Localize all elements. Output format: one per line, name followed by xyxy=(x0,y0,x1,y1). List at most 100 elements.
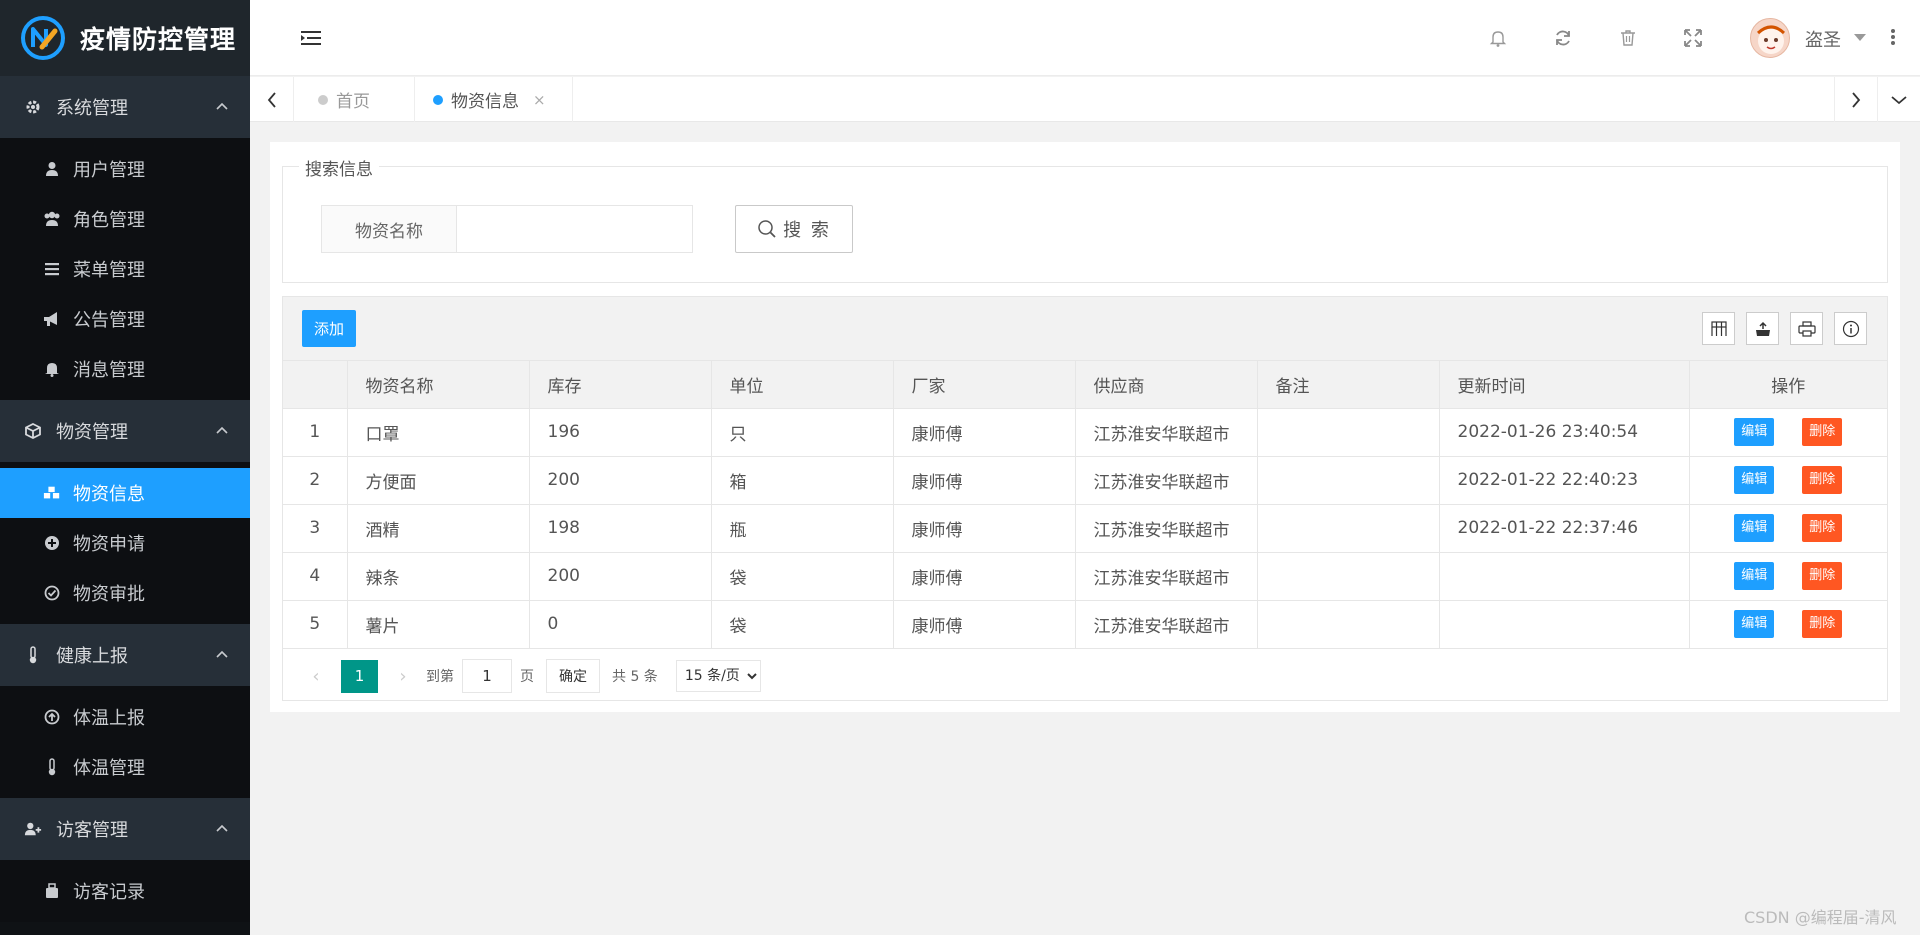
next-page-icon[interactable]: › xyxy=(388,666,418,687)
cell-unit: 只 xyxy=(711,408,894,457)
trash-icon[interactable] xyxy=(1618,28,1638,48)
bullhorn-icon xyxy=(43,310,61,328)
column-header-supplier[interactable]: 供应商 xyxy=(1075,361,1258,409)
sidebar-group-supplies[interactable]: 物资管理 xyxy=(0,400,250,462)
column-header-unit[interactable]: 单位 xyxy=(711,361,894,409)
tab-supply-info[interactable]: 物资信息 × xyxy=(415,77,573,122)
cell-actions: 编辑 删除 xyxy=(1689,408,1887,457)
fullscreen-icon[interactable] xyxy=(1683,28,1703,48)
goto-confirm-button[interactable]: 确定 xyxy=(546,659,600,693)
sidebar-item-supply-approve[interactable]: 物资审批 xyxy=(0,568,250,618)
user-icon xyxy=(43,160,61,178)
column-header-stock[interactable]: 库存 xyxy=(529,361,712,409)
tab-scroll-right-button[interactable] xyxy=(1834,77,1878,122)
cell-unit: 袋 xyxy=(711,600,894,649)
cell-supplier: 江苏淮安华联超市 xyxy=(1075,552,1258,601)
sidebar-item-temp-report[interactable]: 体温上报 xyxy=(0,692,250,742)
cell-updated: 2022-01-22 22:37:46 xyxy=(1439,504,1690,553)
thermometer-icon xyxy=(24,646,42,664)
sidebar-item-label: 公告管理 xyxy=(73,310,145,331)
columns-filter-button[interactable] xyxy=(1702,312,1735,345)
sidebar-group-label: 物资管理 xyxy=(56,422,128,443)
edit-button[interactable]: 编辑 xyxy=(1734,418,1775,446)
column-header-note[interactable]: 备注 xyxy=(1257,361,1440,409)
sidebar-group-visitors[interactable]: 访客管理 xyxy=(0,798,250,860)
sidebar-item-supply-info[interactable]: 物资信息 xyxy=(0,468,250,518)
tab-menu-button[interactable] xyxy=(1878,77,1920,122)
avatar[interactable] xyxy=(1750,18,1790,58)
sidebar-item-supply-apply[interactable]: 物资申请 xyxy=(0,518,250,568)
cell-updated: 2022-01-22 22:40:23 xyxy=(1439,456,1690,505)
delete-button[interactable]: 删除 xyxy=(1802,418,1843,446)
delete-button[interactable]: 删除 xyxy=(1802,562,1843,590)
edit-button[interactable]: 编辑 xyxy=(1734,610,1775,638)
sidebar-item-users[interactable]: 用户管理 xyxy=(0,144,250,194)
cell-maker: 康师傅 xyxy=(893,600,1076,649)
search-button-label: 搜 索 xyxy=(783,220,831,241)
cell-name: 薯片 xyxy=(347,600,530,649)
tab-dot xyxy=(433,94,443,105)
add-button[interactable]: 添加 xyxy=(302,310,356,347)
sidebar-item-label: 菜单管理 xyxy=(73,260,145,281)
page-size-select[interactable]: 15 条/页 xyxy=(675,660,761,692)
table-row: 4 辣条 200 袋 康师傅 江苏淮安华联超市 编辑 删除 xyxy=(283,552,1887,601)
print-button[interactable] xyxy=(1790,312,1823,345)
sidebar-group-system[interactable]: 系统管理 xyxy=(0,76,250,138)
export-icon xyxy=(1755,321,1770,336)
table-row: 5 薯片 0 袋 康师傅 江苏淮安华联超市 编辑 删除 xyxy=(283,600,1887,649)
delete-button[interactable]: 删除 xyxy=(1802,466,1843,494)
sidebar-item-notices[interactable]: 公告管理 xyxy=(0,294,250,344)
top-header: 盗圣 xyxy=(250,0,1920,76)
supply-name-input[interactable] xyxy=(456,205,693,253)
edit-button[interactable]: 编辑 xyxy=(1734,514,1775,542)
tab-dot xyxy=(318,94,328,105)
more-vertical-icon[interactable] xyxy=(1890,28,1896,46)
goto-page-input[interactable] xyxy=(462,659,512,693)
sidebar-toggle-icon[interactable] xyxy=(300,28,322,48)
chevron-up-icon xyxy=(216,426,228,434)
supply-table-panel: 添加 物资名称 库存 单位 厂家 供应商 备注 更新时间 操作 1 口罩 196… xyxy=(282,296,1888,701)
edit-button[interactable]: 编辑 xyxy=(1734,466,1775,494)
sidebar-item-roles[interactable]: 角色管理 xyxy=(0,194,250,244)
menu-icon xyxy=(43,260,61,278)
cell-name: 辣条 xyxy=(347,552,530,601)
sidebar-item-temp-manage[interactable]: 体温管理 xyxy=(0,742,250,792)
watermark: CSDN @编程届-清风 xyxy=(1744,908,1897,927)
sidebar-item-menus[interactable]: 菜单管理 xyxy=(0,244,250,294)
caret-down-icon[interactable] xyxy=(1854,34,1866,42)
current-page[interactable]: 1 xyxy=(341,659,378,693)
sidebar: 疫情防控管理 系统管理 用户管理 角色管理 菜单管理 公告管理 消息管理 物资管… xyxy=(0,0,250,935)
export-button[interactable] xyxy=(1746,312,1779,345)
main-card: 搜索信息 物资名称 搜 索 添加 物资名称 库存 单位 厂家 供应商 备注 更新… xyxy=(270,142,1900,712)
prev-page-icon[interactable]: ‹ xyxy=(301,666,331,687)
tab-close-icon[interactable]: × xyxy=(533,91,546,109)
bell-icon[interactable] xyxy=(1488,28,1508,48)
tab-bar: 首页 物资信息 × xyxy=(250,77,1920,122)
tab-home[interactable]: 首页 xyxy=(294,77,415,122)
cell-note xyxy=(1257,504,1440,553)
username[interactable]: 盗圣 xyxy=(1805,26,1841,52)
sidebar-item-messages[interactable]: 消息管理 xyxy=(0,344,250,394)
sidebar-item-label: 物资信息 xyxy=(73,484,145,505)
column-header-updated[interactable]: 更新时间 xyxy=(1439,361,1690,409)
sidebar-group-body: 体温上报 体温管理 xyxy=(0,686,250,798)
cell-stock: 198 xyxy=(529,504,712,553)
sidebar-item-label: 用户管理 xyxy=(73,160,145,181)
cell-name: 酒精 xyxy=(347,504,530,553)
cell-stock: 200 xyxy=(529,552,712,601)
refresh-icon[interactable] xyxy=(1553,28,1573,48)
column-header-maker[interactable]: 厂家 xyxy=(893,361,1076,409)
table-row: 1 口罩 196 只 康师傅 江苏淮安华联超市 2022-01-26 23:40… xyxy=(283,408,1887,457)
column-header-name[interactable]: 物资名称 xyxy=(347,361,530,409)
logo[interactable]: 疫情防控管理 xyxy=(0,0,250,76)
delete-button[interactable]: 删除 xyxy=(1802,610,1843,638)
edit-button[interactable]: 编辑 xyxy=(1734,562,1775,590)
cell-unit: 瓶 xyxy=(711,504,894,553)
sidebar-group-health[interactable]: 健康上报 xyxy=(0,624,250,686)
tab-scroll-left-button[interactable] xyxy=(250,77,294,122)
search-button[interactable]: 搜 索 xyxy=(735,205,853,253)
info-button[interactable] xyxy=(1834,312,1867,345)
cell-maker: 康师傅 xyxy=(893,552,1076,601)
sidebar-item-visitor-log[interactable]: 访客记录 xyxy=(0,866,250,916)
delete-button[interactable]: 删除 xyxy=(1802,514,1843,542)
